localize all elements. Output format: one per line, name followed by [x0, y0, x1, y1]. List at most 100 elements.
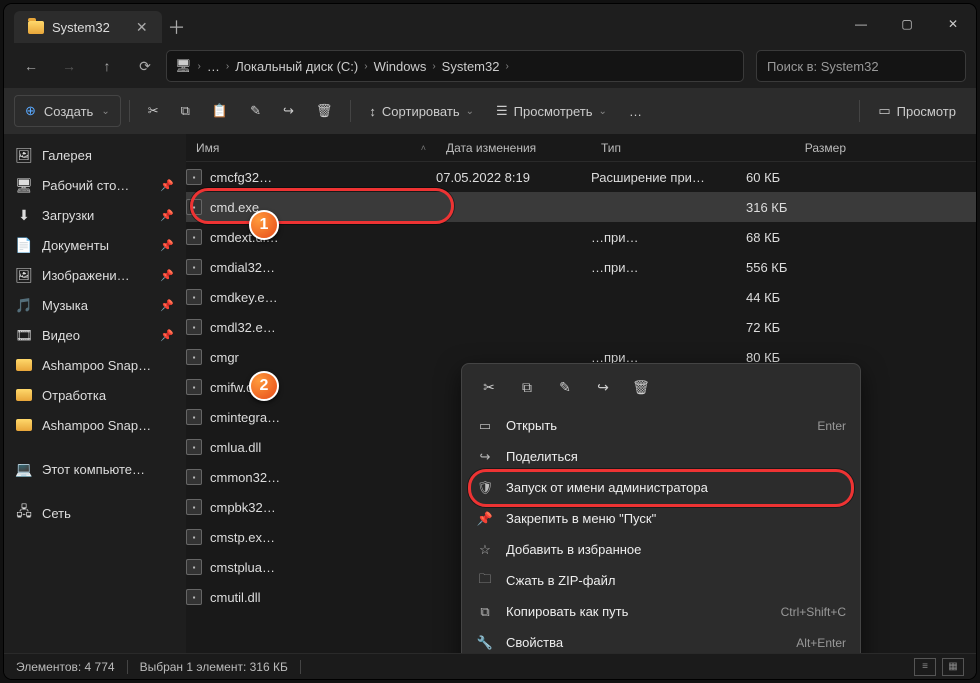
file-icon: ▪ — [186, 199, 202, 215]
file-name: cmdial32… — [210, 260, 275, 275]
context-icon: 📌 — [476, 511, 494, 527]
delete-button[interactable]: 🗑 — [306, 95, 343, 127]
status-selected: Выбран 1 элемент: 316 КБ — [140, 660, 288, 674]
overflow-icon[interactable]: … — [207, 59, 220, 74]
details-view-icon[interactable]: ≡ — [914, 658, 936, 676]
context-icon: ☆ — [476, 542, 494, 558]
search-input[interactable]: Поиск в: System32 — [756, 50, 966, 82]
ctx-delete-icon[interactable]: 🗑 — [624, 372, 658, 402]
file-type: …при… — [591, 260, 746, 275]
context-label: Открыть — [506, 418, 557, 433]
sidebar-icon — [16, 417, 32, 433]
crumb-1[interactable]: Windows — [374, 59, 427, 74]
copy-button[interactable]: ⧉ — [171, 95, 200, 127]
pin-icon: 📌 — [160, 299, 174, 312]
sidebar-item[interactable]: 🖼Галерея — [4, 140, 186, 170]
ctx-share-icon[interactable]: ↪ — [586, 372, 620, 402]
tab-active[interactable]: System32 ✕ — [14, 11, 162, 43]
refresh-button[interactable]: ⟳ — [128, 50, 162, 82]
more-button[interactable]: … — [619, 95, 652, 127]
minimize-button[interactable]: ― — [838, 4, 884, 44]
address-bar[interactable]: 🖥› …› Локальный диск (C:)› Windows› Syst… — [166, 50, 744, 82]
pc-icon: 🖥 — [175, 58, 192, 74]
file-name: cmdkey.e… — [210, 290, 278, 305]
file-size: 72 КБ — [746, 320, 856, 335]
tab-close-icon[interactable]: ✕ — [136, 19, 148, 36]
toolbar: ⊕Создать⌄ ✂ ⧉ 📋 ✎ ↪ 🗑 ↕ Сортировать ⌄ ☰ … — [4, 88, 976, 134]
sort-button[interactable]: ↕ Сортировать ⌄ — [359, 95, 484, 127]
sidebar-item[interactable]: 📄Документы📌 — [4, 230, 186, 260]
create-button[interactable]: ⊕Создать⌄ — [14, 95, 121, 127]
file-date: 07.05.2022 8:19 — [436, 170, 591, 185]
rename-button[interactable]: ✎ — [240, 95, 271, 127]
maximize-button[interactable]: ▢ — [884, 4, 930, 44]
pin-icon: 📌 — [160, 209, 174, 222]
pin-icon: 📌 — [160, 179, 174, 192]
ctx-rename-icon[interactable]: ✎ — [548, 372, 582, 402]
file-type: …при… — [591, 230, 746, 245]
file-row[interactable]: ▪cmcfg32…07.05.2022 8:19Расширение при…6… — [186, 162, 976, 192]
preview-button[interactable]: ▭ Просмотр — [868, 95, 966, 127]
cut-button[interactable]: ✂ — [138, 95, 169, 127]
sidebar-item[interactable]: 🖼Изображени…📌 — [4, 260, 186, 290]
file-type: Расширение при… — [591, 170, 746, 185]
file-icon: ▪ — [186, 349, 202, 365]
sidebar-item[interactable]: ⬇Загрузки📌 — [4, 200, 186, 230]
sidebar-item[interactable]: 🖧Сеть — [4, 498, 186, 528]
sidebar-item[interactable]: 🖥Рабочий сто…📌 — [4, 170, 186, 200]
sidebar-label: Рабочий сто… — [42, 178, 129, 193]
explorer-window: System32 ✕ ＋ ― ▢ ✕ ← → ↑ ⟳ 🖥› …› Локальн… — [4, 4, 976, 679]
file-icon: ▪ — [186, 469, 202, 485]
sidebar-label: Видео — [42, 328, 80, 343]
sidebar-label: Ashampoo Snap… — [42, 418, 151, 433]
crumb-0[interactable]: Локальный диск (C:) — [235, 59, 358, 74]
sidebar-item[interactable]: Ashampoo Snap… — [4, 350, 186, 380]
file-row[interactable]: ▪cmdext.dl……при…68 КБ — [186, 222, 976, 252]
context-menu: ✂ ⧉ ✎ ↪ 🗑 ▭ОткрытьEnter↪Поделиться🛡Запус… — [461, 363, 861, 653]
share-button[interactable]: ↪ — [273, 95, 304, 127]
context-item[interactable]: ☆Добавить в избранное — [462, 534, 860, 565]
context-label: Копировать как путь — [506, 604, 628, 619]
col-name: Имя ˄ — [186, 134, 436, 161]
back-button[interactable]: ← — [14, 50, 48, 82]
sidebar-item[interactable]: Отработка — [4, 380, 186, 410]
context-item[interactable]: ▭ОткрытьEnter — [462, 410, 860, 441]
file-size: 556 КБ — [746, 260, 856, 275]
new-tab-button[interactable]: ＋ — [162, 14, 192, 40]
sidebar-item[interactable]: 🎵Музыка📌 — [4, 290, 186, 320]
context-item[interactable]: 📌Закрепить в меню "Пуск" — [462, 503, 860, 534]
context-item[interactable]: ↪Поделиться — [462, 441, 860, 472]
file-row[interactable]: ▪cmdial32……при…556 КБ — [186, 252, 976, 282]
paste-button[interactable]: 📋 — [202, 95, 238, 127]
annotation-badge-1: 1 — [249, 210, 279, 240]
sidebar-icon: 💻 — [16, 461, 32, 477]
pin-icon: 📌 — [160, 239, 174, 252]
nav-row: ← → ↑ ⟳ 🖥› …› Локальный диск (C:)› Windo… — [4, 44, 976, 88]
column-headers[interactable]: Имя ˄ Дата изменения Тип Размер — [186, 134, 976, 162]
file-name: cmgr — [210, 350, 239, 365]
close-button[interactable]: ✕ — [930, 4, 976, 44]
sidebar-item[interactable]: Ashampoo Snap… — [4, 410, 186, 440]
view-button[interactable]: ☰ Просмотреть ⌄ — [486, 95, 617, 127]
file-row[interactable]: ▪cmdkey.e…44 КБ — [186, 282, 976, 312]
file-name: cmstp.ex… — [210, 530, 275, 545]
ctx-cut-icon[interactable]: ✂ — [472, 372, 506, 402]
file-row[interactable]: ▪cmdl32.e…72 КБ — [186, 312, 976, 342]
file-row[interactable]: ▪cmd.exe316 КБ — [186, 192, 976, 222]
titlebar: System32 ✕ ＋ ― ▢ ✕ — [4, 4, 976, 44]
context-item[interactable]: ⧉Копировать как путьCtrl+Shift+C — [462, 596, 860, 627]
sidebar-item[interactable]: 🎞Видео📌 — [4, 320, 186, 350]
context-item[interactable]: 🔧СвойстваAlt+Enter — [462, 627, 860, 653]
sidebar-label: Документы — [42, 238, 109, 253]
context-icon: 🔧 — [476, 635, 494, 651]
context-item[interactable]: 🛡Запуск от имени администратора — [462, 472, 860, 503]
context-shortcut: Alt+Enter — [796, 636, 846, 650]
context-item[interactable]: 🗀Сжать в ZIP-файл — [462, 565, 860, 596]
file-icon: ▪ — [186, 229, 202, 245]
up-button[interactable]: ↑ — [90, 50, 124, 82]
file-name: cmd.exe — [210, 200, 259, 215]
ctx-copy-icon[interactable]: ⧉ — [510, 372, 544, 402]
sidebar-item[interactable]: 💻Этот компьюте… — [4, 454, 186, 484]
crumb-2[interactable]: System32 — [442, 59, 500, 74]
thumbs-view-icon[interactable]: ▦ — [942, 658, 964, 676]
